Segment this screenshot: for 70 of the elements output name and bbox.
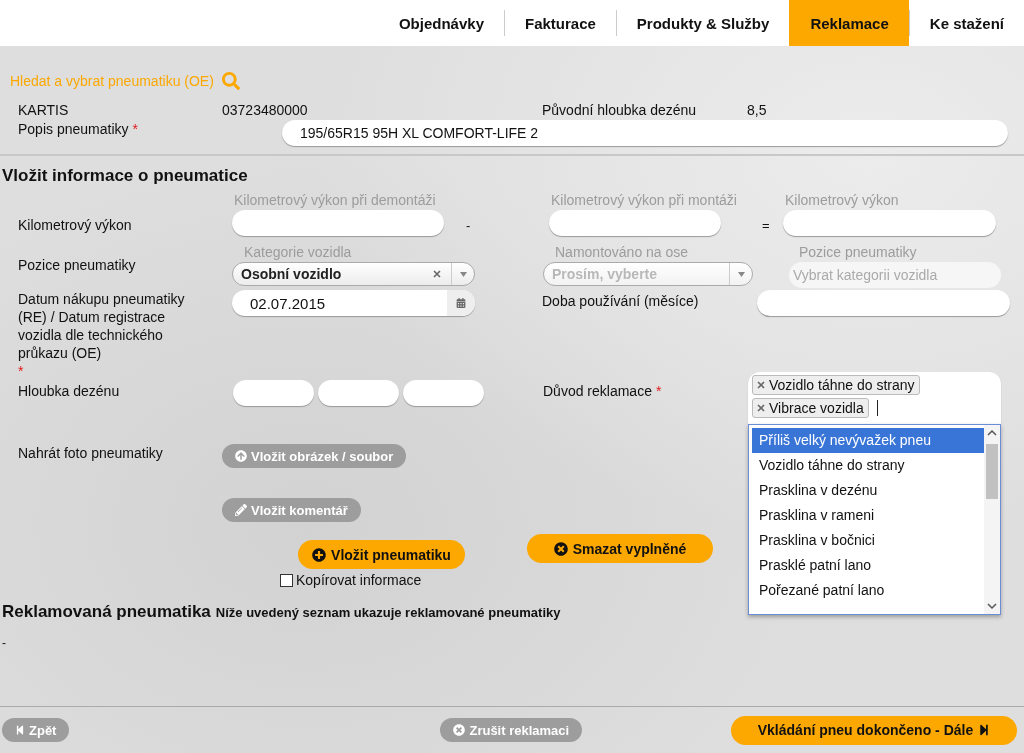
field-caption: Kategorie vozidla: [244, 244, 352, 262]
field-value: 8,5: [747, 102, 768, 118]
field-label: Pozice pneumatiky: [18, 256, 137, 274]
section-title: Reklamovaná pneumatika: [2, 602, 211, 622]
clear-icon[interactable]: [433, 270, 441, 278]
search-icon: [221, 72, 240, 90]
calendar-icon: [456, 298, 466, 308]
field-label: Kilometrový výkon: [18, 216, 133, 234]
minus-sign: -: [466, 218, 472, 233]
field-caption: Kilometrový výkon při demontáži: [234, 192, 436, 210]
field-caption: Namontováno na ose: [555, 244, 689, 262]
close-icon: [453, 724, 466, 736]
field-label: Datum nákupu pneumatiky (RE) / Datum registrace vozidla dle technického průkazu (OE) *: [18, 290, 186, 380]
input-field[interactable]: [757, 290, 1010, 316]
dropdown-option[interactable]: Prasklina v rameni: [752, 503, 984, 528]
dropdown-option[interactable]: Prasklina v bočnici: [752, 528, 984, 553]
clear-button[interactable]: Smazat vyplněné: [527, 534, 713, 563]
field-label: KARTIS: [18, 102, 70, 118]
dropdown-option[interactable]: Prasklé patní lano: [752, 553, 984, 578]
dropdown-arrow-icon: [459, 271, 467, 277]
date-field[interactable]: 02.07.2015: [232, 290, 475, 316]
dropdown-option[interactable]: Pořezané patní lano: [752, 578, 984, 603]
scrollbar[interactable]: [984, 425, 1000, 614]
field-value: 03723480000: [222, 102, 309, 118]
field-label: Popis pneumatiky *: [18, 120, 139, 138]
field-caption: Kilometrový výkon při montáži: [551, 192, 737, 210]
remove-icon[interactable]: [757, 381, 765, 389]
input-field[interactable]: [232, 210, 444, 236]
section-subtitle: Níže uvedený seznam ukazuje reklamované pneumatiky: [215, 605, 561, 620]
text-cursor: [876, 400, 878, 416]
field-label: Hloubka dezénu: [18, 382, 121, 400]
plus-icon: [312, 547, 327, 562]
description-field[interactable]: 195/65R15 95H XL COMFORT-LIFE 2: [282, 120, 1008, 146]
nav-tab[interactable]: Fakturace: [504, 10, 616, 36]
nav-tab[interactable]: Objednávky: [378, 10, 504, 36]
nav-tab[interactable]: Ke stažení: [908, 10, 1024, 36]
selected-tag: Vibrace vozidla: [752, 398, 869, 418]
field-label: Důvod reklamace *: [543, 382, 663, 400]
input-field[interactable]: [782, 210, 996, 236]
equals-sign: =: [761, 218, 771, 233]
upload-icon: [235, 450, 247, 462]
checkbox[interactable]: [280, 573, 293, 587]
field-caption: Pozice pneumatiky: [799, 244, 917, 262]
field-label: Původní hloubka dezénu: [542, 102, 698, 118]
close-icon: [553, 541, 568, 556]
input-field[interactable]: [403, 380, 484, 406]
select-field[interactable]: Osobní vozidlo: [232, 262, 475, 286]
dropdown-arrow-icon: [737, 271, 745, 277]
pencil-icon: [235, 504, 247, 516]
section-title: Vložit informace o pneumatice: [2, 166, 249, 186]
scroll-down-icon[interactable]: [987, 603, 997, 610]
skip-back-icon: [15, 725, 25, 735]
dropdown-option[interactable]: Příliš velký nevývažek pneu: [752, 428, 984, 453]
dropdown-option[interactable]: Vozidlo táhne do strany: [752, 453, 984, 478]
input-field[interactable]: [549, 210, 721, 236]
field-label: Nahrát foto pneumatiky: [18, 444, 164, 462]
empty-list-text: -: [2, 636, 7, 650]
skip-forward-icon: [978, 724, 991, 736]
remove-icon[interactable]: [757, 404, 765, 412]
field-label: Doba používání (měsíce): [542, 292, 700, 310]
input-field[interactable]: Vybrat kategorii vozidla: [789, 262, 1001, 288]
selected-tag: Vozidlo táhne do strany: [752, 375, 920, 395]
scroll-up-icon[interactable]: [987, 429, 997, 436]
add-tire-button[interactable]: Vložit pneumatiku: [298, 540, 465, 569]
finish-next-button[interactable]: Vkládání pneu dokončeno - Dále: [731, 715, 1017, 745]
dropdown-option[interactable]: Prasklina v dezénu: [752, 478, 984, 503]
field-caption: Kilometrový výkon: [784, 192, 899, 210]
input-field[interactable]: [233, 380, 314, 406]
nav-tab[interactable]: Reklamace: [789, 0, 909, 46]
input-field[interactable]: [318, 380, 399, 406]
